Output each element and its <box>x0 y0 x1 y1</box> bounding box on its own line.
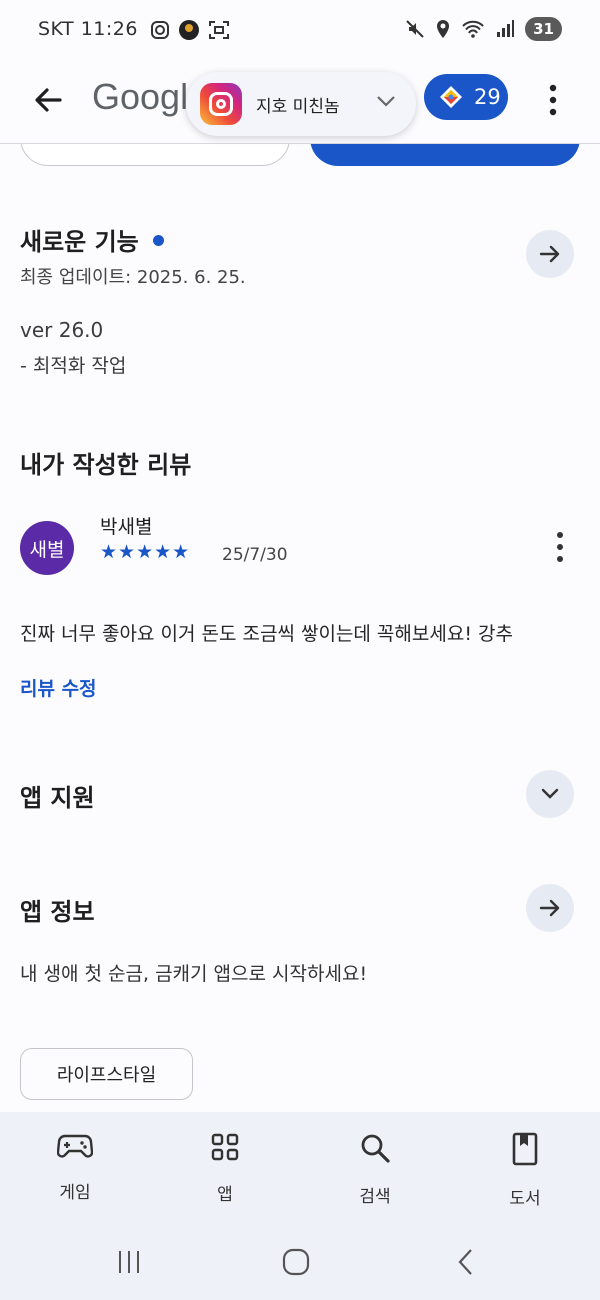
status-notification-icons <box>150 19 230 41</box>
scan-status-icon <box>209 21 229 39</box>
whats-new-title: 새로운 기능 <box>20 222 164 257</box>
review-date: 25/7/30 <box>222 545 288 565</box>
battery-indicator: 31 <box>525 17 562 41</box>
book-icon <box>512 1132 538 1166</box>
nav-label-books: 도서 <box>509 1189 541 1209</box>
whats-new-arrow-button[interactable] <box>526 230 574 278</box>
instagram-notification-pill[interactable]: 지호 미친놈 <box>186 72 416 136</box>
review-more-icon[interactable] <box>552 530 568 564</box>
app-info-title: 앱 정보 <box>20 898 95 926</box>
recent-apps-icon[interactable] <box>116 1248 142 1276</box>
nav-label-games: 게임 <box>59 1183 91 1203</box>
play-points-icon <box>440 86 462 108</box>
status-system-icons: 31 <box>405 17 562 41</box>
location-icon <box>437 20 450 38</box>
back-arrow-icon[interactable] <box>28 80 68 120</box>
more-options-icon[interactable] <box>538 80 568 120</box>
app-info-arrow-button[interactable] <box>526 884 574 932</box>
search-icon <box>361 1134 390 1163</box>
whats-new-title-text: 새로운 기능 <box>20 228 139 256</box>
reviewer-name: 박새별 <box>100 516 153 538</box>
signal-icon <box>497 20 515 37</box>
chevron-down-icon <box>541 788 559 799</box>
nav-item-games[interactable]: 게임 <box>0 1112 150 1232</box>
category-chip[interactable]: 라이프스타일 <box>20 1048 193 1100</box>
notification-label: 지호 미친놈 <box>256 96 340 117</box>
gamepad-icon <box>57 1134 93 1158</box>
instagram-icon <box>200 83 242 125</box>
nav-item-books[interactable]: 도서 <box>450 1112 600 1232</box>
app-bar: Googl 지호 미친놈 29 <box>0 62 600 144</box>
version-text: ver 26.0 <box>20 318 104 342</box>
edit-review-link[interactable]: 리뷰 수정 <box>20 674 97 701</box>
nav-label-apps: 앱 <box>217 1185 233 1205</box>
system-navigation-bar <box>0 1232 600 1300</box>
last-updated: 최종 업데이트: 2025. 6. 25. <box>20 267 246 288</box>
instagram-status-icon <box>151 21 169 39</box>
nav-item-search[interactable]: 검색 <box>300 1112 450 1232</box>
mute-icon <box>406 20 424 38</box>
back-nav-icon[interactable] <box>456 1248 476 1276</box>
arrow-right-icon <box>539 899 560 917</box>
play-points-badge[interactable]: 29 <box>424 74 508 120</box>
arrow-right-icon <box>539 245 560 263</box>
carrier-time: SKT 11:26 <box>38 18 138 40</box>
chevron-down-icon[interactable] <box>376 94 396 108</box>
home-icon[interactable] <box>282 1248 310 1276</box>
nav-item-apps[interactable]: 앱 <box>150 1112 300 1232</box>
new-indicator-dot <box>152 234 164 246</box>
google-play-logo: Googl <box>92 76 189 117</box>
points-count: 29 <box>474 85 501 109</box>
nav-label-search: 검색 <box>359 1187 391 1207</box>
app-support-title: 앱 지원 <box>20 784 95 812</box>
profile-status-icon <box>179 20 199 40</box>
bottom-navigation: 게임 앱 검색 도서 <box>0 1112 600 1232</box>
review-body: 진짜 너무 좋아요 이거 돈도 조금씩 쌓이는데 꼭해보세요! 강추 <box>20 623 513 645</box>
avatar: 새별 <box>20 521 74 575</box>
update-note: - 최적화 작업 <box>20 355 127 377</box>
my-review-title: 내가 작성한 리뷰 <box>20 451 192 479</box>
app-description: 내 생애 첫 순금, 금캐기 앱으로 시작하세요! <box>20 963 368 985</box>
app-support-expand-button[interactable] <box>526 770 574 818</box>
status-bar: SKT 11:26 31 <box>0 0 600 62</box>
star-rating: ★★★★★ <box>100 541 191 563</box>
wifi-icon <box>462 20 484 38</box>
apps-grid-icon <box>211 1133 239 1161</box>
